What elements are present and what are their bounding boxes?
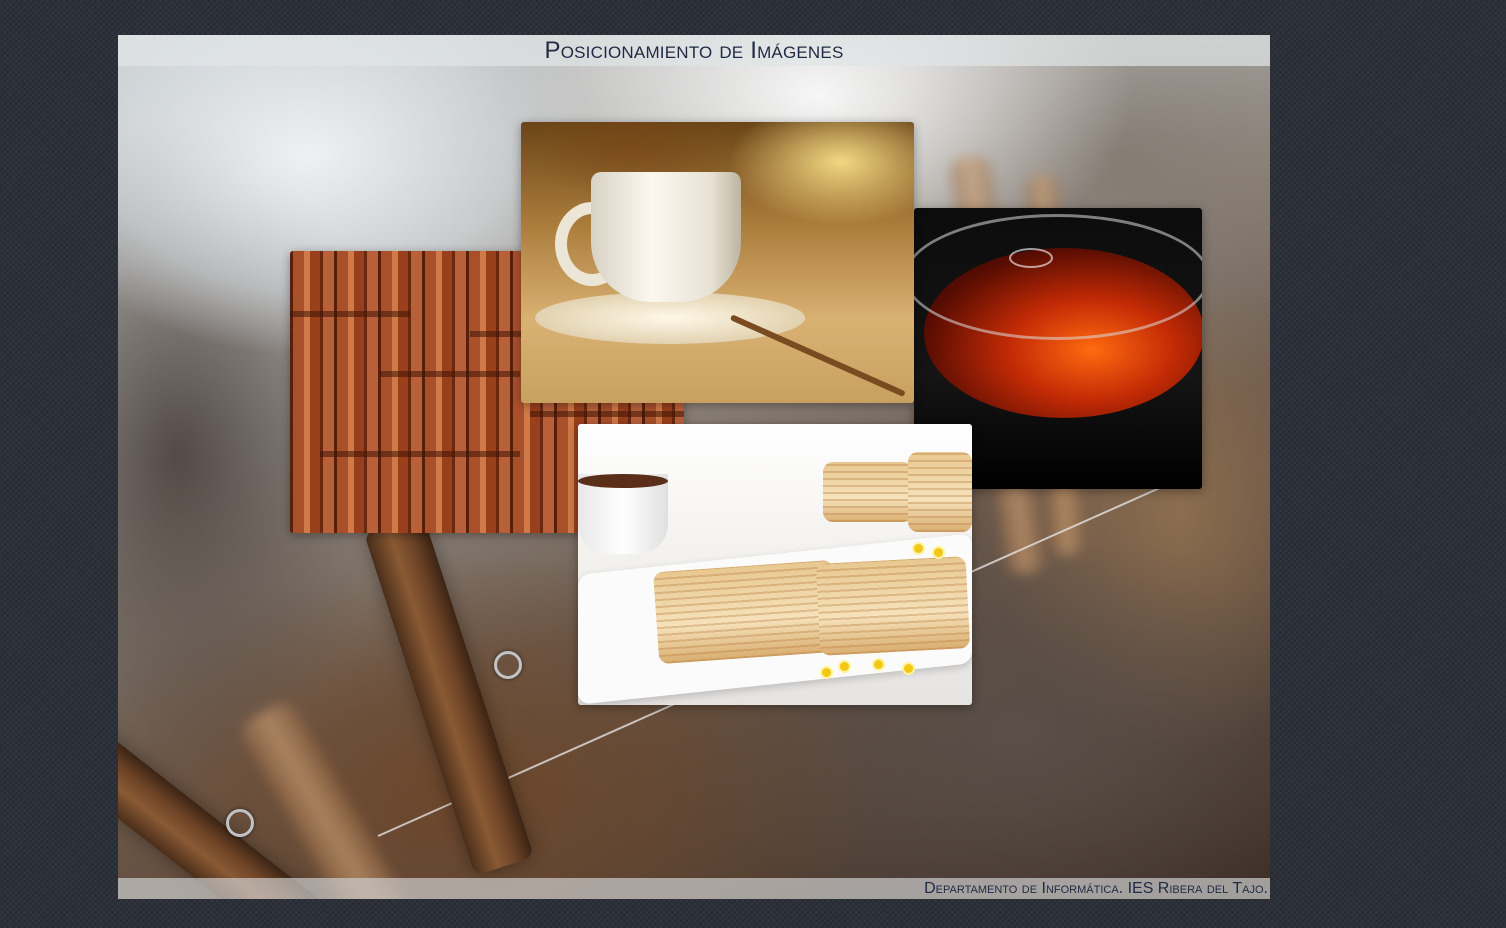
- footer-credit: Departamento de Informática. IES Ribera …: [924, 880, 1268, 897]
- coffee-spoon: [729, 314, 906, 398]
- clothespin-spring: [226, 809, 254, 837]
- coffee-cup: [591, 172, 741, 302]
- pastry-back: [823, 462, 913, 522]
- background-photo-stage: Posicionamiento de Imágenes Departamento…: [118, 35, 1270, 899]
- flower-decoration: [840, 662, 849, 671]
- bamboo-node: [380, 371, 520, 377]
- pastry-front: [653, 559, 839, 665]
- flower-decoration: [904, 664, 913, 673]
- pastry-coffee-cup: [578, 474, 668, 554]
- bamboo-node: [290, 311, 410, 317]
- pastry-front: [815, 556, 971, 656]
- pastry-back: [908, 452, 972, 532]
- clothespin-spring: [494, 651, 522, 679]
- title-bar: Posicionamiento de Imágenes: [118, 35, 1270, 66]
- footer-bar: Departamento de Informática. IES Ribera …: [118, 878, 1270, 899]
- tea-glass-rim: [914, 214, 1202, 340]
- flower-decoration: [934, 548, 943, 557]
- page-title: Posicionamiento de Imágenes: [544, 37, 844, 64]
- flower-decoration: [914, 544, 923, 553]
- tea-reflection: [1009, 248, 1053, 268]
- clothespin: [363, 514, 535, 876]
- bamboo-node: [530, 411, 684, 417]
- flower-decoration: [874, 660, 883, 669]
- flower-decoration: [822, 668, 831, 677]
- pastry-photo[interactable]: [578, 424, 972, 705]
- bamboo-node: [320, 451, 520, 457]
- coffee-photo[interactable]: [521, 122, 914, 403]
